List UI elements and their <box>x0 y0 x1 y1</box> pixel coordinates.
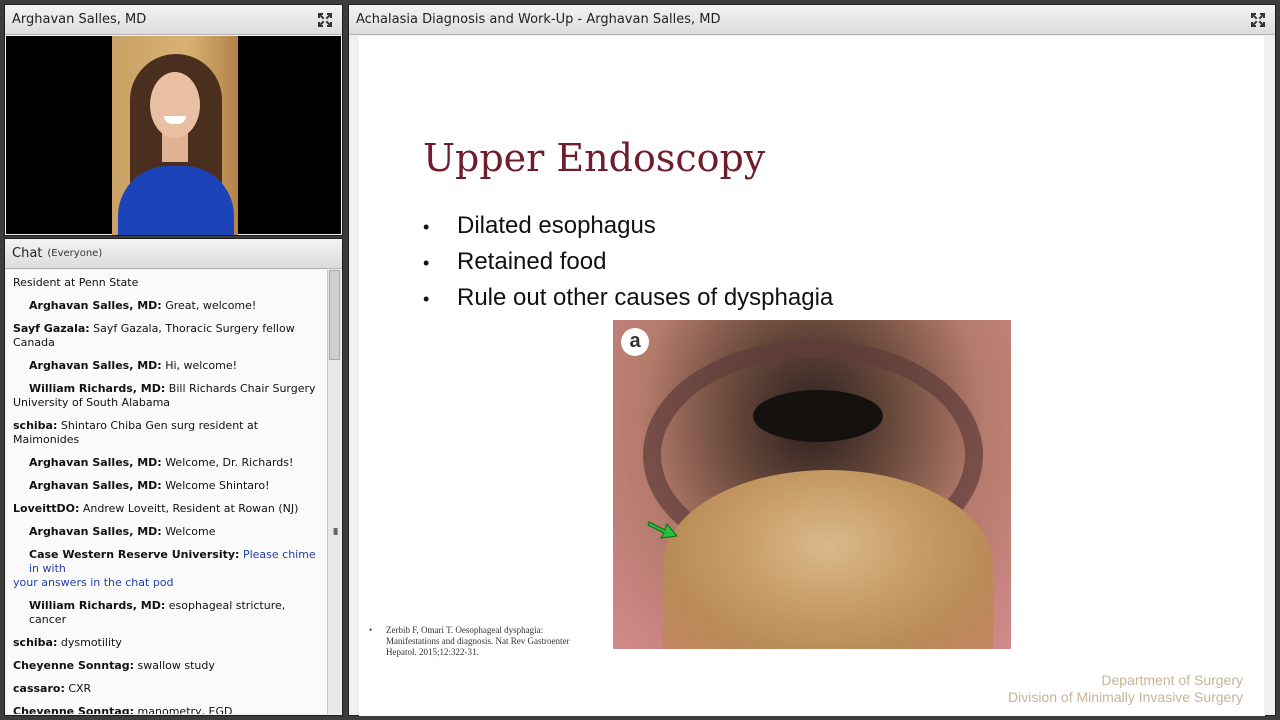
chat-sender: Case Western Reserve University: <box>29 548 240 561</box>
chat-message: Arghavan Salles, MD: Welcome Shintaro! <box>13 479 327 493</box>
slide-title: Upper Endoscopy <box>423 136 766 180</box>
bullet-text: Retained food <box>457 248 607 275</box>
endoscopy-image: a <box>613 320 1011 649</box>
slide-bullet: • Retained food <box>423 244 833 280</box>
image-label: a <box>621 328 649 356</box>
chat-sender: Arghavan Salles, MD: <box>29 299 162 312</box>
chat-sender: Sayf Gazala: <box>13 322 90 335</box>
chat-scroll-thumb[interactable] <box>329 270 340 360</box>
division-label: Division of Minimally Invasive Surgery <box>1008 689 1243 705</box>
chat-pod: Chat (Everyone) Resident at Penn State Ar… <box>4 238 343 716</box>
slide-bullet: • Rule out other causes of dysphagia <box>423 280 833 316</box>
department-label: Department of Surgery <box>1101 672 1243 688</box>
bullet-text: Dilated esophagus <box>457 212 656 239</box>
chat-message: cassaro: CXR <box>13 682 327 696</box>
camera-pod-header: Arghavan Salles, MD <box>5 5 342 35</box>
share-pod: Achalasia Diagnosis and Work-Up - Arghav… <box>348 4 1276 716</box>
presenter-video <box>112 36 238 235</box>
chat-text: Andrew Loveitt, Resident at Rowan (NJ) <box>82 502 299 515</box>
slide-bullets: • Dilated esophagus • Retained food • Rule ou… <box>423 208 833 316</box>
bullet-icon: • <box>423 253 430 273</box>
chat-text: Great, welcome! <box>165 299 257 312</box>
chat-pod-header: Chat (Everyone) <box>5 239 342 269</box>
chat-message: Cheyenne Sonntag: swallow study <box>13 659 327 673</box>
chat-text: Welcome, Dr. Richards! <box>165 456 294 469</box>
chat-sender: William Richards, MD: <box>29 382 166 395</box>
chat-text: manometry, EGD <box>137 705 233 714</box>
chat-message: Cheyenne Sonntag: manometry, EGD <box>13 705 327 714</box>
chat-message: Sayf Gazala: Sayf Gazala, Thoracic Surge… <box>13 322 327 350</box>
chat-message: Case Western Reserve University: Please … <box>13 548 327 590</box>
bullet-icon: • <box>423 289 430 309</box>
chat-text: Resident at Penn State <box>13 276 139 289</box>
slide-bullet: • Dilated esophagus <box>423 208 833 244</box>
chat-text: swallow study <box>137 659 215 672</box>
chat-sender: cassaro: <box>13 682 65 695</box>
chat-sender: Cheyenne Sonntag: <box>13 659 135 672</box>
share-scrollbar[interactable] <box>1264 36 1274 714</box>
chat-scrollbar[interactable]: ▪ ▪ <box>327 270 341 714</box>
chat-audience[interactable]: (Everyone) <box>47 248 102 259</box>
chat-message: schiba: Shintaro Chiba Gen surg resident… <box>13 419 327 447</box>
chat-sender: Arghavan Salles, MD: <box>29 456 162 469</box>
chat-text: Bill Richards Chair Surgery <box>168 382 316 395</box>
green-arrow-icon <box>647 521 678 539</box>
chat-message: Arghavan Salles, MD: Hi, welcome! <box>13 359 327 373</box>
chat-message: Arghavan Salles, MD: Welcome, Dr. Richar… <box>13 456 327 470</box>
chat-sender: LoveittDO: <box>13 502 80 515</box>
chat-sender: schiba: <box>13 636 58 649</box>
bullet-text: Rule out other causes of dysphagia <box>457 284 834 311</box>
presentation-slide: Upper Endoscopy • Dilated esophagus • Retai… <box>359 36 1265 716</box>
bullet-icon: • <box>423 217 430 237</box>
chat-sender: Cheyenne Sonntag: <box>13 705 135 714</box>
expand-icon[interactable] <box>1250 12 1266 28</box>
chat-text: Hi, welcome! <box>165 359 238 372</box>
chat-text: dysmotility <box>60 636 122 649</box>
share-pod-title: Achalasia Diagnosis and Work-Up - Arghav… <box>356 12 721 27</box>
chat-sender: schiba: <box>13 419 58 432</box>
chat-sender: Arghavan Salles, MD: <box>29 525 162 538</box>
slide-citation: • Zerbib F, Omari T. Oesophageal dysphag… <box>369 625 584 658</box>
chat-pod-title: Chat <box>12 246 43 261</box>
chat-text: Welcome <box>165 525 216 538</box>
citation-text: Zerbib F, Omari T. Oesophageal dysphagia… <box>386 625 570 657</box>
chat-sender: Arghavan Salles, MD: <box>29 479 162 492</box>
chat-message: Arghavan Salles, MD: Welcome <box>13 525 327 539</box>
chat-sender: William Richards, MD: <box>29 599 166 612</box>
chat-text-continued: your answers in the chat pod <box>13 576 174 589</box>
chat-message: Resident at Penn State <box>13 276 327 290</box>
chat-text: CXR <box>68 682 92 695</box>
chat-sender: Arghavan Salles, MD: <box>29 359 162 372</box>
chat-message: William Richards, MD: esophageal strictu… <box>13 599 327 627</box>
camera-pod-title: Arghavan Salles, MD <box>12 12 147 27</box>
chat-message-list[interactable]: Resident at Penn State Arghavan Salles, M… <box>6 270 327 714</box>
webcam-video <box>6 36 341 235</box>
chat-message: LoveittDO: Andrew Loveitt, Resident at R… <box>13 502 327 516</box>
chat-message: Arghavan Salles, MD: Great, welcome! <box>13 299 327 313</box>
slide-footer: Department of Surgery Division of Minima… <box>1008 672 1243 706</box>
chat-message: schiba: dysmotility <box>13 636 327 650</box>
chat-text-continued: University of South Alabama <box>13 396 171 409</box>
chat-text: Welcome Shintaro! <box>165 479 270 492</box>
scroll-grip-icon: ▪ ▪ <box>333 525 339 537</box>
camera-pod: Arghavan Salles, MD <box>4 4 343 236</box>
chat-message: William Richards, MD: Bill Richards Chai… <box>13 382 327 410</box>
share-pod-header: Achalasia Diagnosis and Work-Up - Arghav… <box>349 5 1275 35</box>
expand-icon[interactable] <box>317 12 333 28</box>
